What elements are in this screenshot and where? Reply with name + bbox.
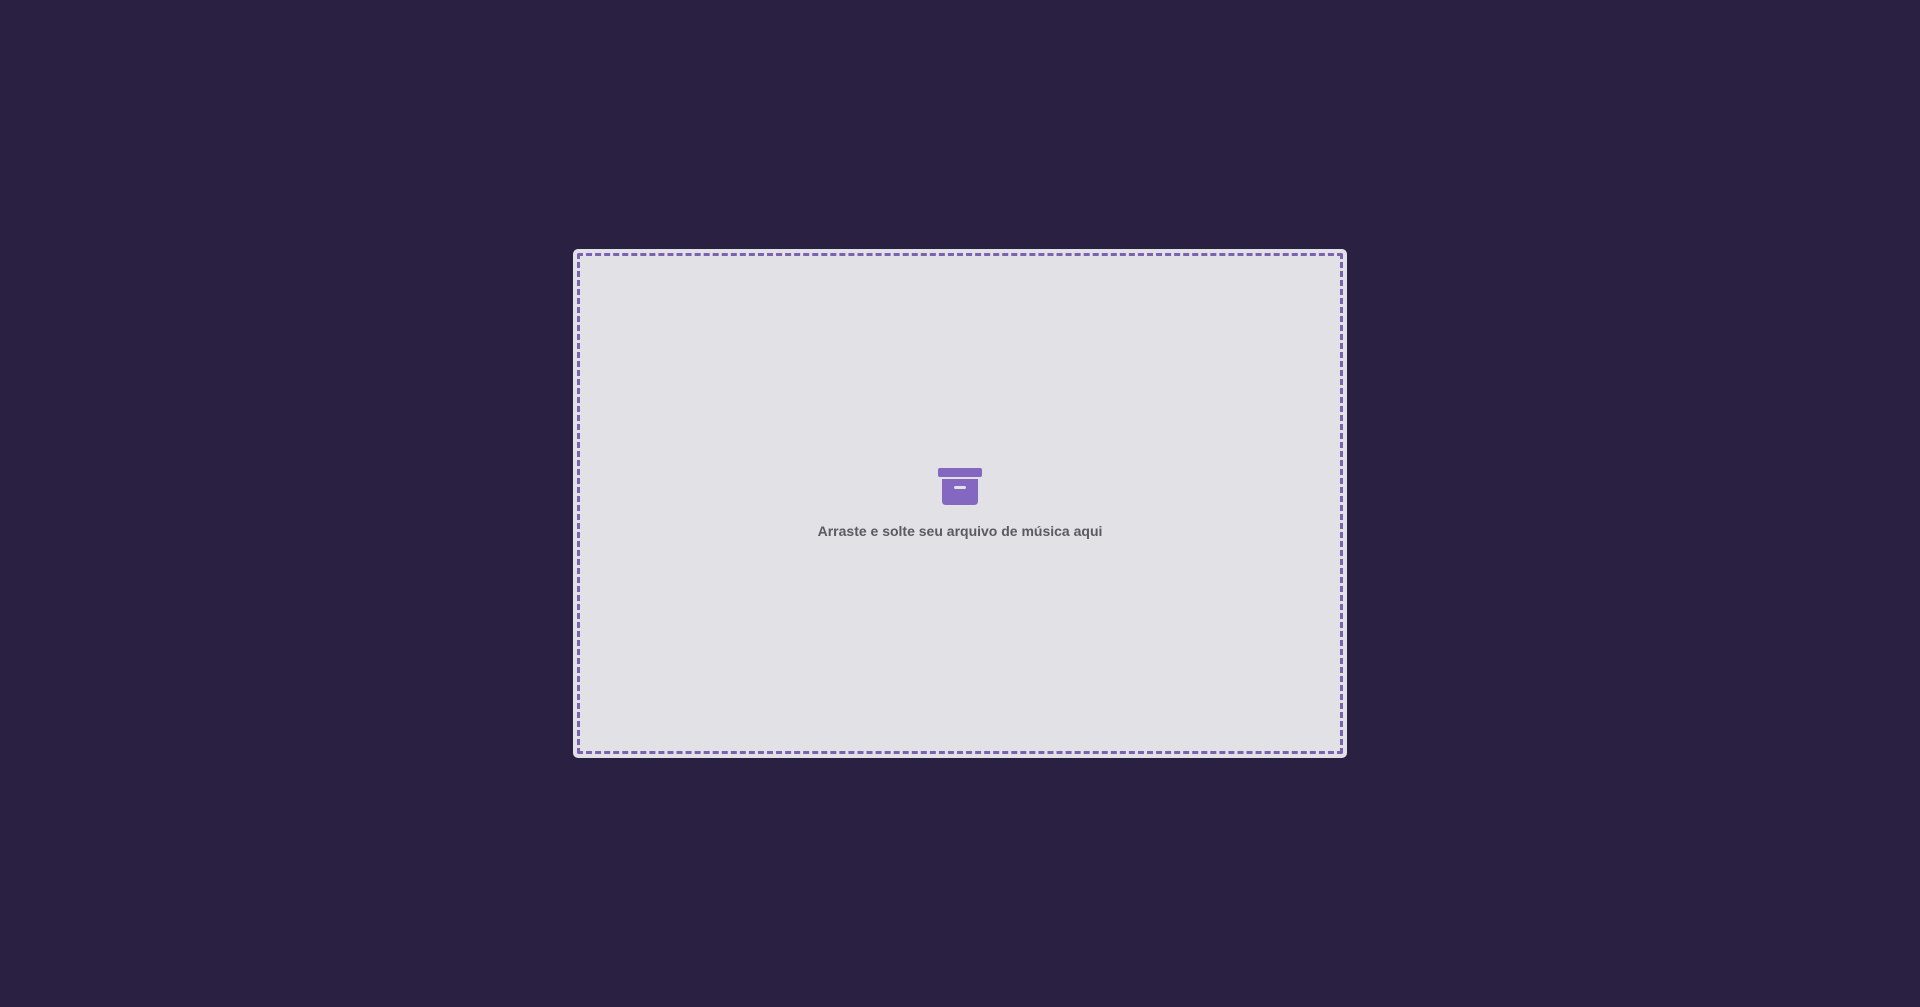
dropzone-card: Arraste e solte seu arquivo de música aq…: [573, 249, 1347, 758]
file-dropzone[interactable]: Arraste e solte seu arquivo de música aq…: [577, 253, 1343, 754]
dropzone-label: Arraste e solte seu arquivo de música aq…: [817, 523, 1103, 539]
archive-box-icon: [938, 468, 982, 506]
page: Arraste e solte seu arquivo de música aq…: [0, 0, 1920, 1007]
